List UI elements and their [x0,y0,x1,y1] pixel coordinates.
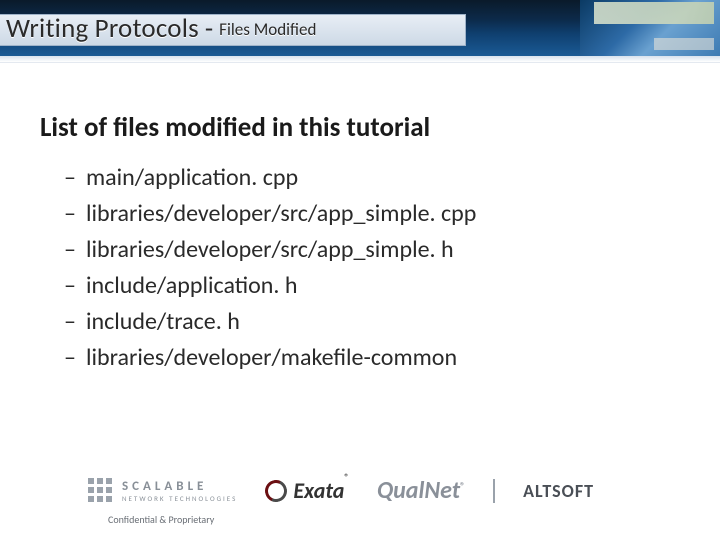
slide-title: Writing Protocols - Files Modified [0,12,316,45]
exata-ring-icon [262,476,290,504]
scalable-mark-icon [88,478,114,504]
logo-qualnet: QualNet® [377,476,465,505]
section-heading: List of files modified in this tutorial [40,111,680,144]
header-divider [0,56,720,63]
logo-divider [493,479,495,503]
list-item: main/application. cpp [64,160,680,196]
slide: Writing Protocols - Files Modified List … [0,0,720,540]
confidential-label: Confidential & Proprietary [108,513,692,526]
logo-exata: Exata® [265,477,349,504]
qualnet-text: QualNet® [377,476,465,505]
title-subtitle: Files Modified [219,19,316,40]
list-item: libraries/developer/makefile-common [64,340,680,376]
list-item: include/trace. h [64,304,680,340]
slide-body: List of files modified in this tutorial … [0,63,720,376]
file-list: main/application. cpp libraries/develope… [40,160,680,376]
list-item: include/application. h [64,268,680,304]
header-band: Writing Protocols - Files Modified [0,0,720,56]
title-separator: - [205,12,213,45]
logo-row: SCALABLE NETWORK TECHNOLOGIES Exata® Qua… [88,476,692,505]
logo-altsoft: ALTSOFT [523,480,594,502]
title-main: Writing Protocols [6,12,199,45]
footer: SCALABLE NETWORK TECHNOLOGIES Exata® Qua… [0,476,720,526]
exata-text: Exata® [293,477,349,504]
list-item: libraries/developer/src/app_simple. h [64,232,680,268]
scalable-line1: SCALABLE [122,480,237,493]
logo-scalable: SCALABLE NETWORK TECHNOLOGIES [88,478,237,504]
scalable-line2: NETWORK TECHNOLOGIES [122,495,237,502]
scalable-text: SCALABLE NETWORK TECHNOLOGIES [122,480,237,502]
header-decor-right [580,0,720,56]
list-item: libraries/developer/src/app_simple. cpp [64,196,680,232]
